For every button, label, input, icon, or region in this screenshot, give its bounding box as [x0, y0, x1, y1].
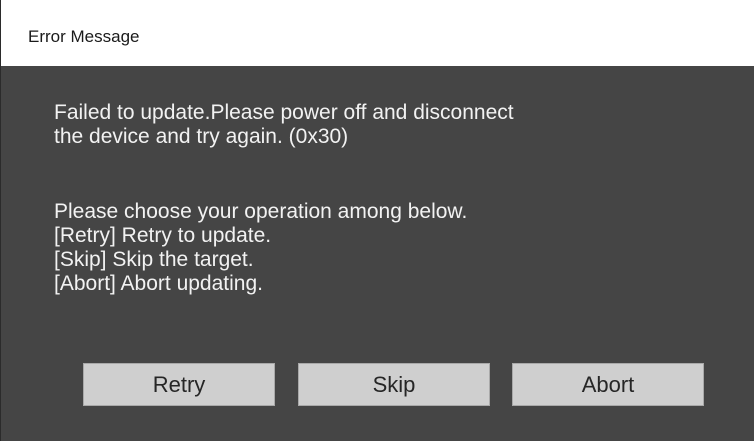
- error-message-line: the device and try again. (0x30): [54, 125, 349, 148]
- skip-option-description: [Skip] Skip the target.: [54, 248, 254, 271]
- abort-option-description: [Abort] Abort updating.: [54, 272, 263, 295]
- dialog-title: Error Message: [28, 27, 140, 46]
- dialog-body: Failed to update.Please power off and di…: [0, 66, 754, 441]
- instruction-line: Please choose your operation among below…: [54, 200, 468, 223]
- abort-button[interactable]: Abort: [512, 363, 704, 406]
- error-dialog: Error Message Failed to update.Please po…: [0, 0, 754, 441]
- error-message-line: Failed to update.Please power off and di…: [54, 101, 514, 124]
- retry-option-description: [Retry] Retry to update.: [54, 224, 272, 247]
- retry-button[interactable]: Retry: [83, 363, 275, 406]
- skip-button[interactable]: Skip: [298, 363, 490, 406]
- dialog-titlebar: Error Message: [0, 0, 754, 66]
